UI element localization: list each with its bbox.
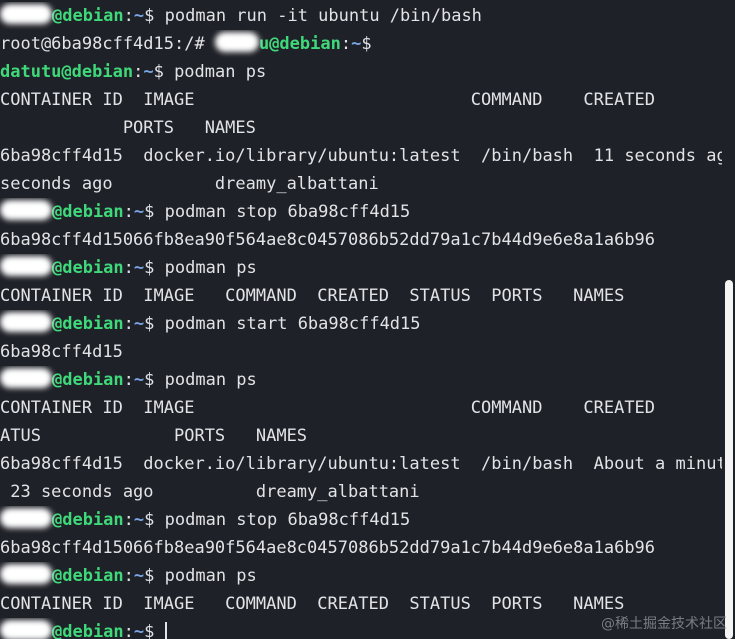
prompt-path: ~ — [133, 622, 145, 639]
scrollbar-thumb[interactable] — [725, 280, 733, 639]
text-cursor — [164, 622, 167, 639]
prompt-path: ~ — [133, 510, 145, 530]
redacted-username — [0, 4, 52, 24]
prompt-path: ~ — [133, 202, 145, 222]
terminal-line: @debian:~$ podman run -it ubuntu /bin/ba… — [0, 2, 722, 30]
prompt-host: @debian — [52, 314, 124, 334]
redacted-username — [214, 32, 259, 52]
terminal-output: @debian:~$ podman run -it ubuntu /bin/ba… — [0, 2, 722, 639]
terminal-line: @debian:~$ podman ps — [0, 562, 722, 590]
prompt-host: @debian — [52, 6, 124, 26]
terminal-line: @debian:~$ podman ps — [0, 254, 722, 282]
prompt-dollar: $ — [144, 622, 165, 639]
prompt-path: ~ — [143, 62, 154, 82]
command-text: podman ps — [164, 258, 257, 278]
terminal-window[interactable]: @debian:~$ podman run -it ubuntu /bin/ba… — [0, 0, 735, 639]
prompt-sep: : — [123, 6, 134, 26]
prompt-dollar: $ — [144, 370, 165, 390]
prompt-sep: : — [123, 202, 134, 222]
terminal-line: @debian:~$ podman stop 6ba98cff4d15 — [0, 506, 722, 534]
output-line: 6ba98cff4d15 — [0, 342, 123, 362]
prompt-sep: : — [123, 258, 134, 278]
prompt-sep: : — [340, 34, 352, 54]
prompt-path: ~ — [351, 34, 362, 54]
prompt-dollar: $ — [144, 314, 165, 334]
terminal-line: datutu@debian:~$ podman ps — [0, 58, 722, 86]
terminal-line: root@6ba98cff4d15:/# u@debian:~$ — [0, 30, 722, 58]
prompt-path: ~ — [133, 6, 145, 26]
prompt-host: @debian — [52, 622, 124, 639]
terminal-line: @debian:~$ podman stop 6ba98cff4d15 — [0, 198, 722, 226]
root-prompt: root@6ba98cff4d15:/# — [0, 34, 215, 54]
prompt-dollar: $ — [144, 6, 165, 26]
prompt-dollar: $ — [153, 62, 175, 82]
prompt-path: ~ — [133, 566, 145, 586]
prompt-host: @debian — [52, 258, 124, 278]
redacted-username — [0, 312, 52, 332]
command-text: podman run -it ubuntu /bin/bash — [164, 6, 482, 26]
scrollbar[interactable] — [723, 0, 735, 639]
prompt-host: @debian — [52, 370, 124, 390]
prompt-user: datutu — [0, 62, 62, 82]
prompt-dollar: $ — [144, 258, 165, 278]
output-line: 6ba98cff4d15 docker.io/library/ubuntu:la… — [0, 454, 722, 474]
redacted-username — [0, 620, 52, 639]
prompt-host: @debian — [52, 202, 124, 222]
command-text: podman stop 6ba98cff4d15 — [164, 510, 411, 530]
prompt-path: ~ — [133, 370, 145, 390]
prompt-dollar: $ — [361, 34, 382, 54]
command-text: podman stop 6ba98cff4d15 — [164, 202, 411, 222]
prompt-host: @debian — [52, 566, 124, 586]
prompt-host: @debian — [61, 62, 134, 82]
redacted-username — [0, 564, 52, 584]
output-line: 6ba98cff4d15066fb8ea90f564ae8c0457086b52… — [0, 538, 656, 558]
command-text: podman ps — [164, 566, 257, 586]
prompt-sep: : — [123, 510, 134, 530]
prompt-path: ~ — [133, 258, 145, 278]
output-line: seconds ago dreamy_albattani — [0, 174, 379, 194]
redacted-username — [0, 508, 52, 528]
redacted-username — [0, 368, 52, 388]
output-line: 6ba98cff4d15 docker.io/library/ubuntu:la… — [0, 146, 722, 166]
prompt-sep: : — [123, 622, 134, 639]
prompt-dollar: $ — [144, 202, 165, 222]
command-text: podman ps — [174, 62, 267, 82]
prompt-host: @debian — [52, 510, 124, 530]
prompt-sep: : — [133, 62, 144, 82]
terminal-line: @debian:~$ podman start 6ba98cff4d15 — [0, 310, 722, 338]
redacted-username — [0, 256, 52, 276]
output-line: ATUS PORTS NAMES — [0, 426, 308, 446]
prompt-dollar: $ — [144, 510, 165, 530]
output-line: 6ba98cff4d15066fb8ea90f564ae8c0457086b52… — [0, 230, 656, 250]
prompt-dollar: $ — [144, 566, 165, 586]
prompt-sep: : — [123, 566, 134, 586]
output-line: CONTAINER ID IMAGE COMMAND CREATED ST — [0, 398, 722, 418]
output-line: PORTS NAMES — [0, 118, 256, 138]
output-line: 23 seconds ago dreamy_albattani — [0, 482, 420, 502]
output-line: CONTAINER ID IMAGE COMMAND CREATED STATU… — [0, 286, 625, 306]
command-text: podman ps — [164, 370, 257, 390]
prompt-host: u@debian — [258, 34, 341, 54]
terminal-line: @debian:~$ podman ps — [0, 366, 722, 394]
prompt-sep: : — [123, 314, 134, 334]
output-line: CONTAINER ID IMAGE COMMAND CREATED STATU… — [0, 90, 656, 110]
command-text: podman start 6ba98cff4d15 — [164, 314, 421, 334]
prompt-sep: : — [123, 370, 134, 390]
prompt-path: ~ — [133, 314, 145, 334]
redacted-username — [0, 200, 52, 220]
watermark-text: @稀土掘金技术社区 — [601, 616, 727, 632]
